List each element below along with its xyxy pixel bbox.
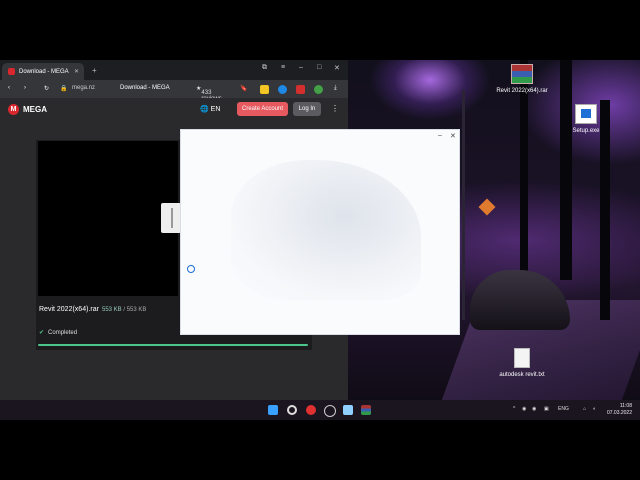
start-icon[interactable] <box>268 405 278 415</box>
minimize-button[interactable]: – <box>438 132 442 139</box>
maximize-button[interactable]: □ <box>317 64 321 71</box>
tab-title: Download - MEGA <box>19 68 69 75</box>
desktop-icon-setup[interactable]: Setup.exe <box>556 104 616 135</box>
desktop-icon-label: autodesk revit.txt <box>499 372 545 378</box>
address-bar: ‹ › ↻ 🔒 mega.nz Download - MEGA ★ 433 re… <box>0 80 348 102</box>
new-tab-button[interactable]: + <box>92 66 97 75</box>
setup-icon <box>575 104 597 124</box>
downloaded-size: 553 KB <box>102 307 122 313</box>
clock-time: 11:08 <box>619 403 632 409</box>
volume-icon[interactable]: ◐ <box>593 406 596 412</box>
text-file-icon <box>514 348 530 368</box>
desktop-icon-autodesk-txt[interactable]: autodesk revit.txt <box>492 348 552 379</box>
forward-icon[interactable]: › <box>24 85 26 91</box>
taskbar: ^ ◉ ◉ ▣ ENG ⌂ ◐ 11:08 07.03.2022 <box>0 400 640 420</box>
extension-icon[interactable] <box>314 85 323 94</box>
desktop-icon-label: Setup.exe <box>572 128 600 134</box>
desktop-icon-winrar[interactable]: Revit 2022(x64).rar <box>492 64 552 95</box>
network-icon[interactable]: ⌂ <box>583 406 586 412</box>
tab-strip: Download - MEGA ✕ + ⧉ ≡ – □ ✕ <box>0 60 348 80</box>
bookmark-icon[interactable]: 🔖 <box>240 85 247 92</box>
tray-icon[interactable]: ▣ <box>544 406 549 412</box>
total-size: 553 KB <box>126 307 147 313</box>
file-preview <box>38 141 178 296</box>
loading-cursor-icon <box>187 265 195 273</box>
collections-icon[interactable]: ⧉ <box>262 64 267 72</box>
app-icon[interactable] <box>343 405 353 415</box>
menu-icon[interactable]: ≡ <box>281 64 285 71</box>
more-menu-icon[interactable]: ⋮ <box>331 104 339 113</box>
mega-header: M MEGA 🌐 EN Create Account Log In ⋮ <box>0 98 348 122</box>
search-icon[interactable] <box>287 405 297 415</box>
tray-icon[interactable]: ◉ <box>522 406 526 412</box>
mega-favicon-icon <box>8 68 15 75</box>
tray-icon[interactable]: ◉ <box>532 406 536 412</box>
reload-icon[interactable]: ↻ <box>44 85 49 92</box>
installer-splash-window: – ✕ <box>180 129 460 335</box>
extension-icon[interactable] <box>296 85 305 94</box>
download-icon[interactable]: ⤓ <box>334 85 337 92</box>
mega-logo-text[interactable]: MEGA <box>23 105 47 114</box>
create-account-button[interactable]: Create Account <box>237 102 288 116</box>
language-label: EN <box>210 106 221 113</box>
scroll-handle[interactable] <box>161 203 181 233</box>
login-button[interactable]: Log In <box>293 102 321 116</box>
download-status: Completed <box>39 329 77 336</box>
app-icon[interactable] <box>324 405 336 417</box>
language-selector[interactable]: 🌐 EN <box>200 105 220 113</box>
wallpaper-lamp-post <box>462 90 465 320</box>
file-size: 553 KB / 553 KB <box>102 307 147 313</box>
mega-logo-icon[interactable]: M <box>8 104 19 115</box>
url-text[interactable]: mega.nz <box>72 85 95 91</box>
tab-download-mega[interactable]: Download - MEGA ✕ <box>2 63 84 80</box>
file-name: Revit 2022(x64).rar <box>39 306 99 313</box>
close-tab-icon[interactable]: ✕ <box>74 68 79 75</box>
reviews-badge[interactable]: ★ 433 reviews <box>196 85 222 102</box>
clock-date: 07.03.2022 <box>606 410 632 416</box>
wallpaper-tree <box>560 60 572 280</box>
winrar-icon <box>511 64 533 84</box>
splash-artwork <box>231 160 421 300</box>
screen: Revit 2022(x64).rar Setup.exe autodesk r… <box>0 60 640 420</box>
lock-icon: 🔒 <box>60 86 68 92</box>
yandex-browser-icon[interactable] <box>306 405 316 415</box>
back-icon[interactable]: ‹ <box>8 85 10 91</box>
extension-icon[interactable] <box>278 85 287 94</box>
close-window-button[interactable]: ✕ <box>450 132 456 140</box>
tray-chevron-icon[interactable]: ^ <box>513 406 515 412</box>
page-title: Download - MEGA <box>120 85 170 91</box>
download-progress-bar <box>38 344 308 346</box>
extension-icon[interactable] <box>260 85 269 94</box>
desktop-icon-label: Revit 2022(x64).rar <box>496 88 548 94</box>
close-window-button[interactable]: ✕ <box>334 64 340 72</box>
taskbar-clock[interactable]: 11:08 07.03.2022 <box>607 403 632 417</box>
language-indicator[interactable]: ENG <box>558 406 569 412</box>
winrar-taskbar-icon[interactable] <box>361 405 371 415</box>
minimize-button[interactable]: – <box>299 64 303 71</box>
